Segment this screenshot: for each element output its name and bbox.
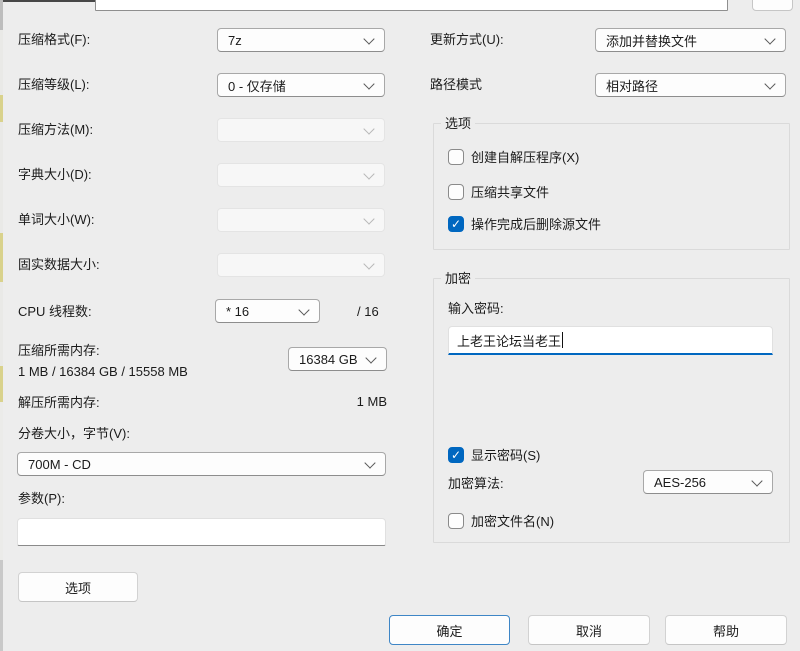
cpu-threads-label: CPU 线程数: bbox=[18, 303, 92, 320]
add-to-archive-dialog: 压缩格式(F): 压缩等级(L): 压缩方法(M): 字典大小(D): 单词大小… bbox=[0, 0, 800, 651]
cpu-threads-max: / 16 bbox=[357, 303, 379, 320]
chevron-down-icon bbox=[363, 213, 374, 224]
method-combobox bbox=[217, 118, 385, 142]
ok-button[interactable]: 确定 bbox=[389, 615, 510, 645]
level-label: 压缩等级(L): bbox=[18, 76, 90, 93]
solid-size-label: 固实数据大小: bbox=[18, 256, 100, 273]
checkbox-compress-shared[interactable]: 压缩共享文件 bbox=[448, 182, 549, 201]
checkbox-box[interactable] bbox=[448, 149, 464, 165]
memory-compress-detail: 1 MB / 16384 GB / 15558 MB bbox=[18, 363, 188, 380]
memory-decompress-label: 解压所需内存: bbox=[18, 394, 100, 411]
parameters-label: 参数(P): bbox=[18, 490, 65, 507]
chevron-down-icon bbox=[363, 33, 374, 44]
chevron-down-icon bbox=[364, 457, 375, 468]
checkbox-delete-after[interactable]: 操作完成后删除源文件 bbox=[448, 214, 601, 233]
update-mode-combobox[interactable]: 添加并替换文件 bbox=[595, 28, 786, 52]
memory-combobox[interactable]: 16384 GB bbox=[288, 347, 387, 371]
dictionary-label: 字典大小(D): bbox=[18, 166, 92, 183]
volume-size-combobox[interactable]: 700M - CD bbox=[17, 452, 386, 476]
encryption-group: 加密 bbox=[433, 278, 790, 543]
chevron-down-icon bbox=[764, 78, 775, 89]
chevron-down-icon bbox=[751, 475, 762, 486]
memory-compress-label: 压缩所需内存: bbox=[18, 342, 100, 359]
volume-size-label: 分卷大小，字节(V): bbox=[18, 425, 130, 442]
update-mode-label: 更新方式(U): bbox=[430, 31, 504, 48]
text-cursor bbox=[562, 332, 563, 348]
background-window-sliver bbox=[0, 0, 3, 651]
chevron-down-icon bbox=[363, 258, 374, 269]
chevron-down-icon bbox=[298, 304, 309, 315]
checkbox-box[interactable] bbox=[448, 216, 464, 232]
word-size-combobox bbox=[217, 208, 385, 232]
path-mode-label: 路径模式 bbox=[430, 76, 482, 93]
level-combobox[interactable]: 0 - 仅存储 bbox=[217, 73, 385, 97]
checkbox-encrypt-names[interactable]: 加密文件名(N) bbox=[448, 511, 554, 530]
encryption-method-combobox[interactable]: AES-256 bbox=[643, 470, 773, 494]
password-input[interactable]: 上老王论坛当老王 bbox=[448, 326, 773, 355]
cpu-threads-combobox[interactable]: * 16 bbox=[215, 299, 320, 323]
parameters-input[interactable] bbox=[17, 518, 386, 546]
solid-size-combobox bbox=[217, 253, 385, 277]
checkbox-show-password[interactable]: 显示密码(S) bbox=[448, 445, 540, 464]
cancel-button[interactable]: 取消 bbox=[528, 615, 650, 645]
archive-name-input[interactable] bbox=[95, 0, 728, 11]
chevron-down-icon bbox=[363, 78, 374, 89]
checkbox-box[interactable] bbox=[448, 513, 464, 529]
encryption-group-title: 加密 bbox=[441, 270, 475, 287]
chevron-down-icon bbox=[363, 168, 374, 179]
chevron-down-icon bbox=[365, 352, 376, 363]
password-label: 输入密码: bbox=[448, 300, 504, 317]
options-button[interactable]: 选项 bbox=[18, 572, 138, 602]
format-label: 压缩格式(F): bbox=[18, 31, 90, 48]
checkbox-create-sfx[interactable]: 创建自解压程序(X) bbox=[448, 147, 579, 166]
checkbox-box[interactable] bbox=[448, 184, 464, 200]
dictionary-combobox bbox=[217, 163, 385, 187]
help-button[interactable]: 帮助 bbox=[665, 615, 787, 645]
encryption-method-label: 加密算法: bbox=[448, 475, 504, 492]
top-crop-artifact bbox=[0, 0, 95, 2]
checkbox-box[interactable] bbox=[448, 447, 464, 463]
browse-button[interactable] bbox=[752, 0, 793, 11]
memory-decompress-value: 1 MB bbox=[300, 394, 387, 409]
chevron-down-icon bbox=[363, 123, 374, 134]
chevron-down-icon bbox=[764, 33, 775, 44]
path-mode-combobox[interactable]: 相对路径 bbox=[595, 73, 786, 97]
format-combobox[interactable]: 7z bbox=[217, 28, 385, 52]
options-group-title: 选项 bbox=[441, 115, 475, 132]
word-size-label: 单词大小(W): bbox=[18, 211, 95, 228]
method-label: 压缩方法(M): bbox=[18, 121, 93, 138]
